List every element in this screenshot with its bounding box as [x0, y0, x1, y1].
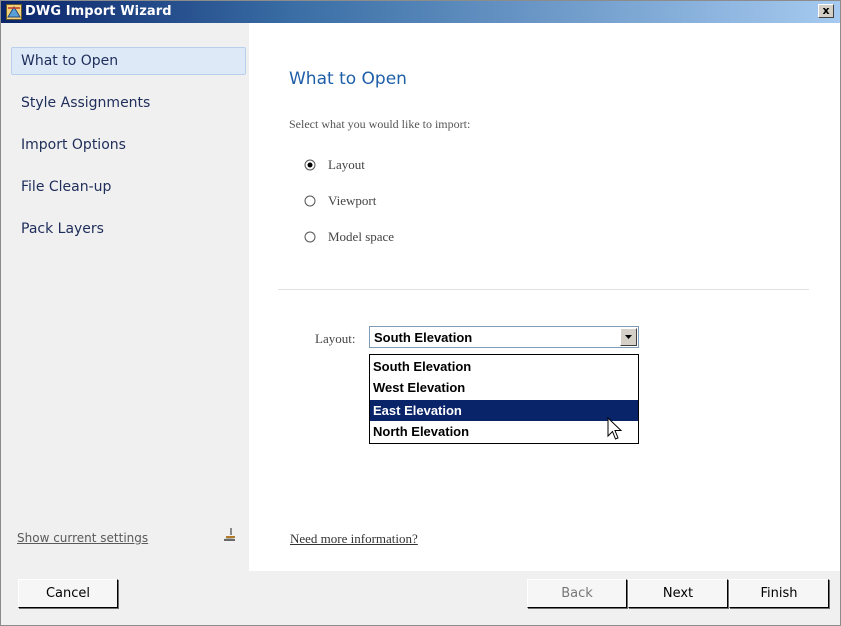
brush-icon[interactable]: [221, 527, 237, 543]
dropdown-arrow-button[interactable]: [620, 328, 637, 346]
sidebar-item-style-assignments[interactable]: Style Assignments: [11, 89, 239, 117]
layout-select-value: South Elevation: [374, 330, 473, 345]
radio-unchecked-icon: [304, 231, 316, 243]
next-button[interactable]: Next: [628, 579, 728, 608]
radio-label: Viewport: [328, 193, 377, 208]
dropdown-option-west-elevation[interactable]: West Elevation: [370, 377, 638, 398]
page-title: What to Open: [289, 69, 407, 89]
show-current-settings-link[interactable]: Show current settings: [17, 531, 148, 545]
dwg-import-wizard-window: DWG Import Wizard x What to Open Style A…: [0, 0, 841, 626]
sidebar-item-label: What to Open: [21, 53, 119, 69]
radio-label: Model space: [328, 229, 395, 244]
radio-checked-icon: [304, 159, 316, 171]
dropdown-option-south-elevation[interactable]: South Elevation: [370, 356, 638, 377]
layout-label: Layout:: [315, 331, 356, 346]
import-prompt: Select what you would like to import:: [289, 117, 471, 131]
back-button[interactable]: Back: [527, 579, 627, 608]
sidebar-item-what-to-open[interactable]: What to Open: [11, 47, 246, 75]
mouse-cursor-icon: [607, 416, 625, 443]
cancel-button[interactable]: Cancel: [18, 579, 118, 608]
radio-label: Layout: [328, 157, 365, 172]
wizard-footer: Cancel Back Next Finish: [1, 571, 840, 625]
radio-layout[interactable]: Layout: [304, 157, 464, 175]
dropdown-option-east-elevation[interactable]: East Elevation: [370, 400, 638, 421]
sidebar-item-pack-layers[interactable]: Pack Layers: [11, 215, 239, 243]
finish-button[interactable]: Finish: [729, 579, 829, 608]
dropdown-option-north-elevation[interactable]: North Elevation: [370, 421, 638, 442]
wizard-steps-sidebar: What to Open Style Assignments Import Op…: [1, 23, 249, 571]
layout-select[interactable]: South Elevation: [369, 326, 639, 348]
sidebar-item-label: File Clean-up: [21, 179, 112, 195]
chevron-down-icon: [625, 335, 632, 339]
sidebar-item-label: Import Options: [21, 137, 126, 153]
section-divider: [278, 289, 809, 290]
title-bar[interactable]: DWG Import Wizard x: [1, 1, 840, 23]
close-button[interactable]: x: [818, 4, 834, 18]
sidebar-item-file-clean-up[interactable]: File Clean-up: [11, 173, 239, 201]
radio-unchecked-icon: [304, 195, 316, 207]
need-more-information-link[interactable]: Need more information?: [290, 531, 418, 547]
radio-viewport[interactable]: Viewport: [304, 193, 464, 211]
window-title: DWG Import Wizard: [25, 4, 172, 19]
layout-dropdown-list: South Elevation West Elevation East Elev…: [369, 354, 639, 444]
sidebar-item-label: Pack Layers: [21, 221, 104, 237]
sidebar-item-label: Style Assignments: [21, 95, 151, 111]
dwg-app-icon: [6, 4, 22, 20]
sidebar-item-import-options[interactable]: Import Options: [11, 131, 239, 159]
radio-model-space[interactable]: Model space: [304, 229, 464, 247]
